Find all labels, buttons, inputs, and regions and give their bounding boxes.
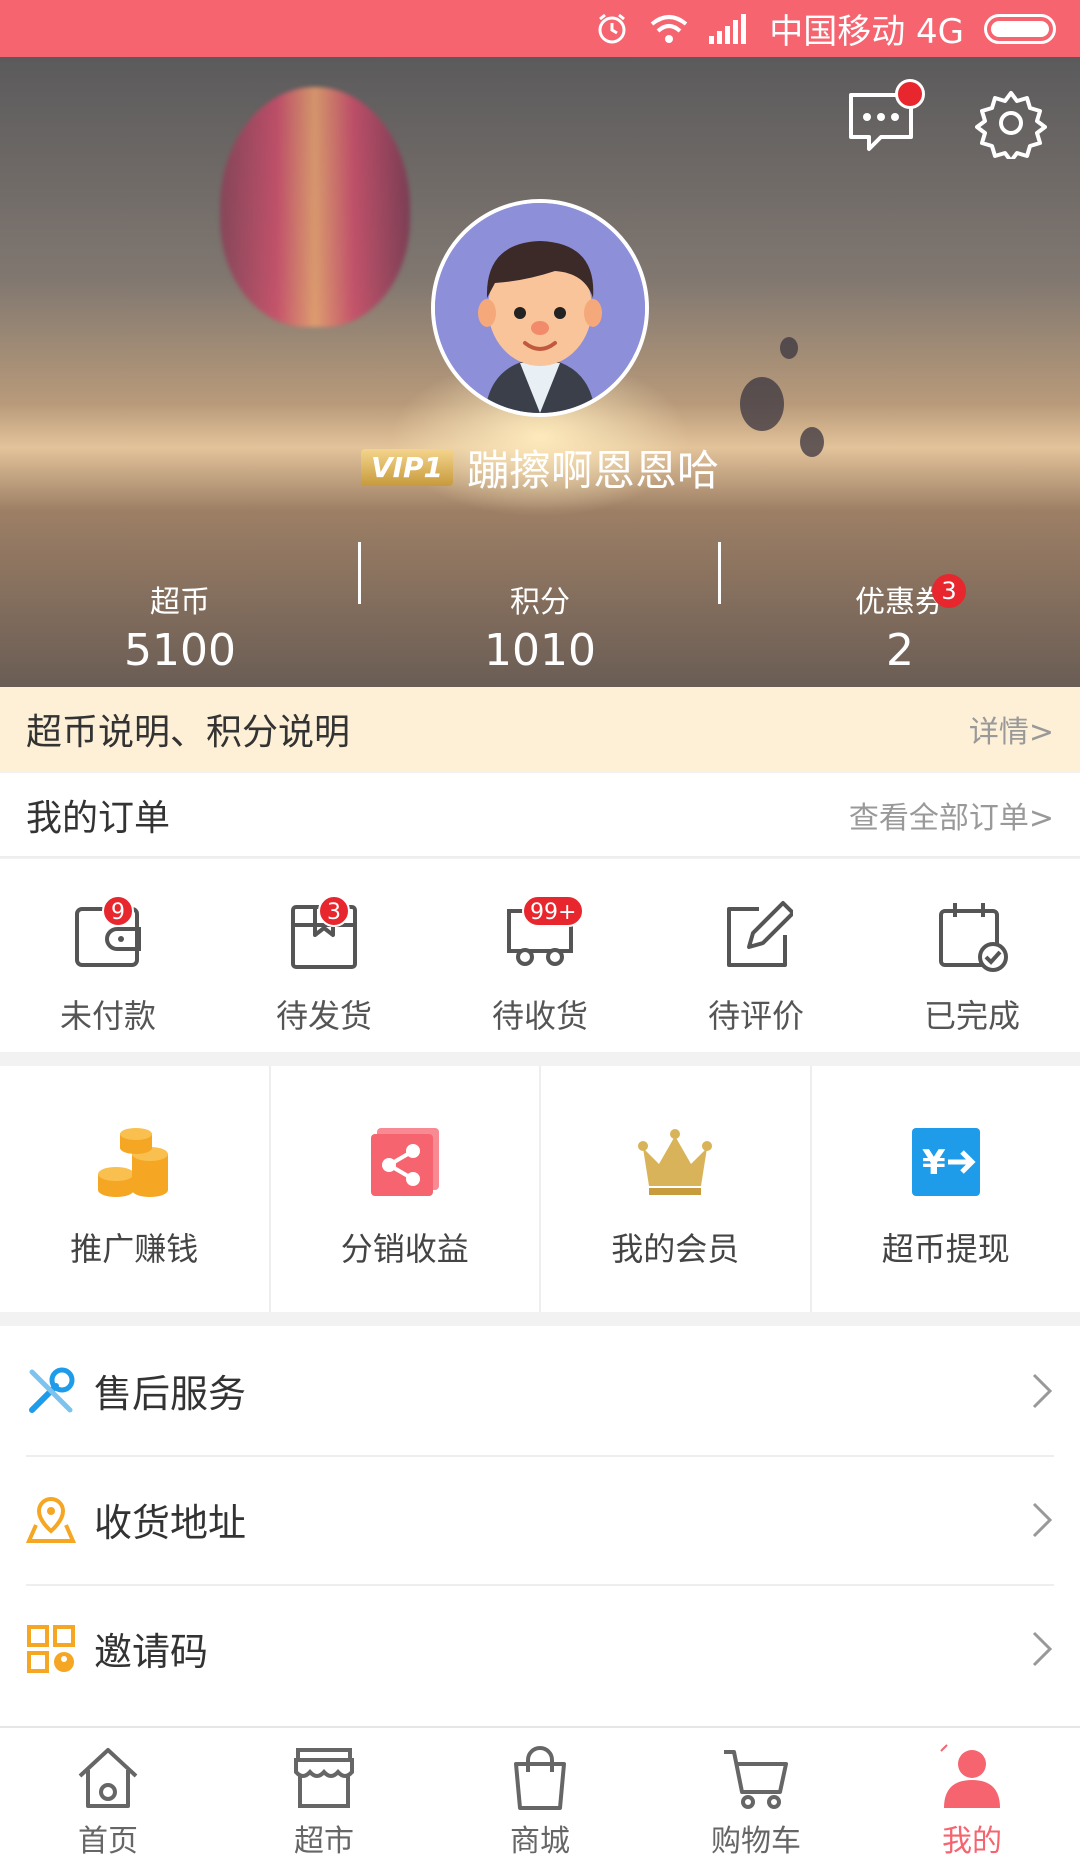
order-to-ship[interactable]: 3 待发货: [216, 859, 432, 1052]
qr-code-icon: [27, 1624, 75, 1673]
list-item-after-sales[interactable]: 售后服务: [0, 1326, 1080, 1455]
message-notification-dot: [895, 79, 925, 109]
status-bar: 中国移动 4G: [0, 0, 1080, 57]
order-status-row: 9 未付款 3 待发货 99+ 待收货 待评价 已完成: [0, 859, 1080, 1052]
stat-divider: [718, 542, 721, 604]
my-orders-title: 我的订单: [26, 797, 171, 839]
stats-row: 超币 5100 积分 1010 优惠券 2: [0, 577, 1080, 677]
to-receive-badge: 99+: [522, 895, 585, 927]
to-ship-badge: 3: [318, 895, 350, 927]
order-label: 待发货: [275, 997, 372, 1035]
cart-icon: [724, 1750, 788, 1809]
details-link[interactable]: 详情>: [969, 707, 1054, 751]
stat-divider: [358, 542, 361, 604]
tab-label: 商城: [510, 1824, 570, 1859]
crown-icon: [637, 1124, 713, 1200]
order-label: 未付款: [59, 997, 156, 1035]
bottom-tab-bar: 首页 超市 商城 购物车 我的: [0, 1726, 1080, 1863]
service-label: 分销收益: [340, 1230, 469, 1268]
service-my-members[interactable]: 我的会员: [541, 1066, 812, 1312]
share-icon: [367, 1124, 443, 1200]
chevron-right-icon: [1032, 1631, 1053, 1666]
location-map-icon: [26, 1496, 76, 1543]
tab-label: 首页: [78, 1824, 138, 1859]
coin-points-info-bar[interactable]: 超币说明、积分说明 详情>: [0, 687, 1080, 771]
order-label: 待评价: [707, 997, 804, 1035]
settings-gear-icon[interactable]: [975, 87, 1047, 159]
service-distribution-income[interactable]: 分销收益: [271, 1066, 541, 1312]
view-all-orders-link[interactable]: 查看全部订单>: [849, 793, 1054, 837]
order-to-review[interactable]: 待评价: [648, 859, 864, 1052]
list-item-label: 邀请码: [94, 1630, 209, 1674]
coins-icon: [96, 1124, 172, 1200]
home-icon: [78, 1748, 138, 1808]
chevron-right-icon: [1032, 1502, 1053, 1537]
stat-label: 积分: [510, 585, 570, 620]
stat-value: 2: [886, 625, 914, 676]
order-to-receive[interactable]: 99+ 待收货: [432, 859, 648, 1052]
stat-points[interactable]: 积分 1010: [360, 577, 720, 677]
signal-icon: [709, 13, 749, 44]
username: 蹦擦啊恩恩哈: [467, 446, 720, 495]
stat-label: 超币: [150, 585, 210, 620]
list-item-shipping-address[interactable]: 收货地址: [0, 1455, 1080, 1584]
services-grid: 推广赚钱 分销收益 我的会员 ¥ 超币提现: [0, 1066, 1080, 1312]
stat-coins[interactable]: 超币 5100: [0, 577, 360, 677]
chevron-right-icon: [1032, 1373, 1053, 1408]
service-label: 我的会员: [611, 1230, 740, 1268]
store-icon: [294, 1748, 354, 1808]
tab-supermarket[interactable]: 超市: [216, 1728, 432, 1863]
tab-mine[interactable]: 我的: [864, 1728, 1080, 1863]
tab-home[interactable]: 首页: [0, 1728, 216, 1863]
stat-value: 1010: [484, 625, 596, 676]
my-orders-header: 我的订单 查看全部订单>: [0, 773, 1080, 858]
order-unpaid[interactable]: 9 未付款: [0, 859, 216, 1052]
alarm-icon: [595, 12, 629, 46]
service-label: 超币提现: [881, 1230, 1010, 1268]
carrier-label: 中国移动 4G: [769, 12, 964, 52]
tools-icon: [29, 1367, 75, 1413]
profile-header: VIP1 蹦擦啊恩恩哈 超币 5100 积分 1010 优惠券 2: [0, 57, 1080, 687]
list-item-invite-code[interactable]: 邀请码: [0, 1584, 1080, 1713]
order-completed[interactable]: 已完成: [864, 859, 1080, 1052]
tab-label: 购物车: [711, 1824, 801, 1859]
vip-badge: VIP1: [360, 449, 454, 486]
tab-cart[interactable]: 购物车: [648, 1728, 864, 1863]
stat-coupons[interactable]: 优惠券 2: [720, 577, 1080, 677]
service-promote-earn[interactable]: 推广赚钱: [0, 1066, 271, 1312]
menu-list: 售后服务 收货地址 邀请码: [0, 1326, 1080, 1726]
coupon-count-badge: 3: [932, 574, 966, 608]
order-label: 已完成: [923, 997, 1020, 1035]
list-item-label: 收货地址: [94, 1501, 247, 1545]
list-item-label: 售后服务: [94, 1372, 247, 1416]
exchange-icon: ¥: [908, 1124, 984, 1200]
service-coin-withdraw[interactable]: ¥ 超币提现: [812, 1066, 1080, 1312]
stat-label: 优惠券: [855, 585, 945, 620]
stat-value: 5100: [124, 625, 236, 676]
battery-icon: [984, 13, 1056, 44]
user-info-row: VIP1 蹦擦啊恩恩哈: [0, 437, 1080, 498]
unpaid-badge: 9: [102, 895, 134, 927]
tab-mall[interactable]: 商城: [432, 1728, 648, 1863]
info-text: 超币说明、积分说明: [26, 712, 351, 753]
order-label: 待收货: [491, 997, 588, 1035]
svg-text:¥: ¥: [922, 1143, 946, 1183]
tab-label: 我的: [942, 1824, 1002, 1859]
calendar-check-icon: [939, 903, 1008, 972]
tab-label: 超市: [294, 1824, 354, 1859]
avatar[interactable]: [431, 199, 649, 417]
shopping-bag-icon: [514, 1746, 566, 1810]
edit-review-icon: [727, 901, 793, 967]
wifi-icon: [649, 12, 689, 46]
balloon-background-image: [220, 87, 410, 327]
user-icon: [940, 1744, 1000, 1808]
service-label: 推广赚钱: [70, 1230, 199, 1268]
